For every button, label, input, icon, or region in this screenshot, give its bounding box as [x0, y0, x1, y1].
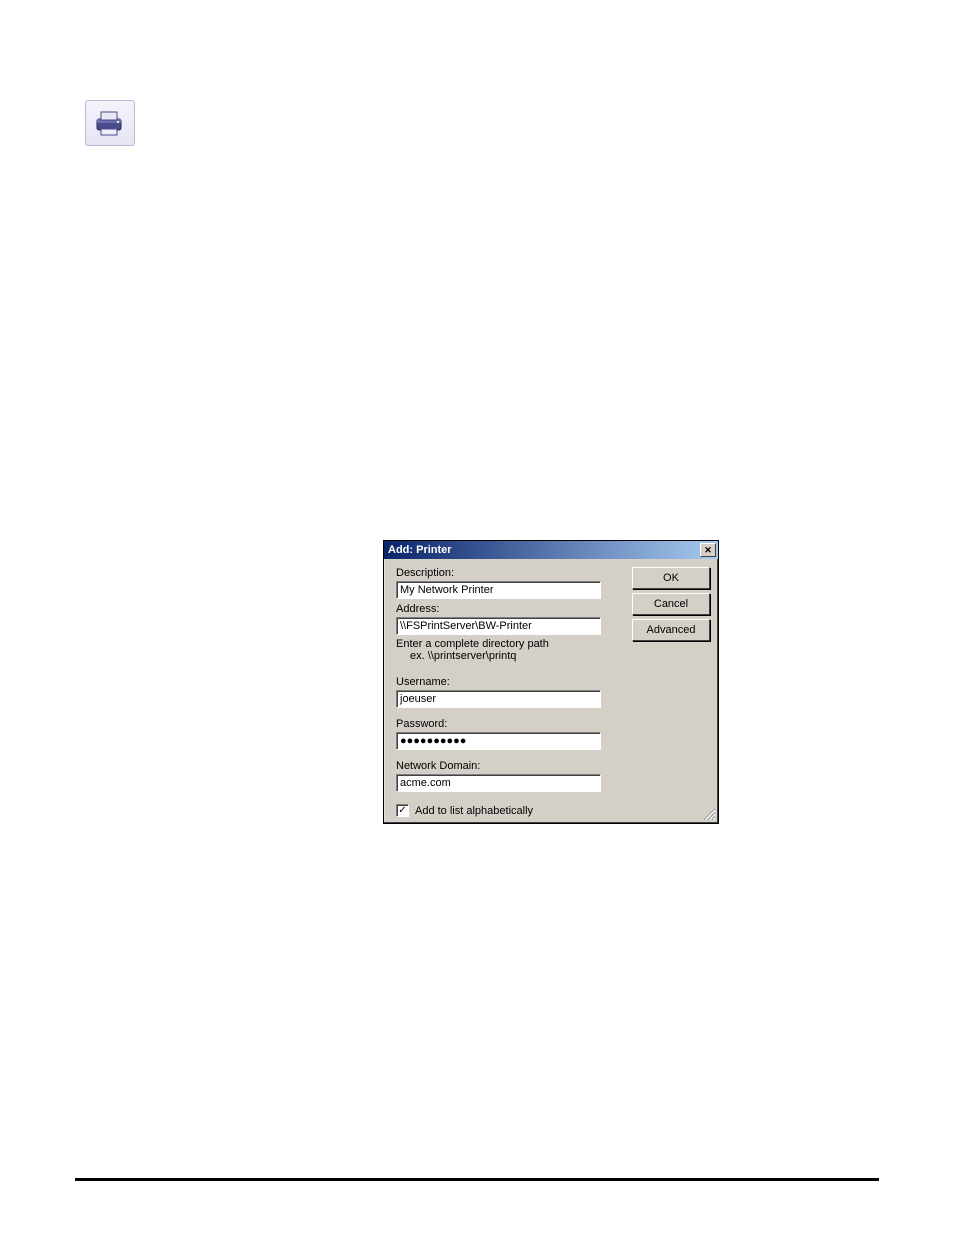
printer-icon	[93, 109, 127, 137]
ok-button[interactable]: OK	[632, 567, 710, 589]
address-hint-line1: Enter a complete directory path	[396, 638, 618, 650]
description-input[interactable]: My Network Printer	[396, 581, 601, 599]
password-input[interactable]: ●●●●●●●●●●	[396, 732, 601, 750]
footer-rule	[75, 1178, 879, 1181]
dialog-title: Add: Printer	[388, 544, 700, 556]
alphabetical-checkbox[interactable]: ✓	[396, 804, 409, 817]
username-input[interactable]: joeuser	[396, 690, 601, 708]
dialog-body: Description: My Network Printer Address:…	[384, 559, 718, 823]
dialog-titlebar[interactable]: Add: Printer ✕	[384, 541, 718, 559]
address-label: Address:	[396, 603, 618, 615]
description-label: Description:	[396, 567, 618, 579]
alphabetical-checkbox-row: ✓ Add to list alphabetically	[396, 804, 618, 817]
network-domain-input[interactable]: acme.com	[396, 774, 601, 792]
check-icon: ✓	[398, 806, 406, 816]
button-column: OK Cancel Advanced	[632, 567, 710, 817]
address-hint-line2: ex. \\printserver\printq	[396, 650, 618, 662]
password-value: ●●●●●●●●●●	[400, 735, 466, 747]
description-value: My Network Printer	[400, 584, 494, 596]
address-input[interactable]: \\FSPrintServer\BW-Printer	[396, 617, 601, 635]
close-button[interactable]: ✕	[700, 543, 716, 557]
username-label: Username:	[396, 676, 618, 688]
alphabetical-checkbox-label: Add to list alphabetically	[415, 805, 533, 817]
address-hint: Enter a complete directory path ex. \\pr…	[396, 638, 618, 662]
password-label: Password:	[396, 718, 618, 730]
advanced-button[interactable]: Advanced	[632, 619, 710, 641]
toolbar-printer-button[interactable]	[85, 100, 135, 146]
cancel-button[interactable]: Cancel	[632, 593, 710, 615]
resize-grip[interactable]	[702, 807, 716, 821]
form-column: Description: My Network Printer Address:…	[396, 567, 632, 817]
address-value: \\FSPrintServer\BW-Printer	[400, 620, 532, 632]
add-printer-dialog: Add: Printer ✕ Description: My Network P…	[383, 540, 719, 824]
close-icon: ✕	[704, 545, 712, 555]
username-value: joeuser	[400, 693, 436, 705]
network-domain-value: acme.com	[400, 777, 451, 789]
network-domain-label: Network Domain:	[396, 760, 618, 772]
